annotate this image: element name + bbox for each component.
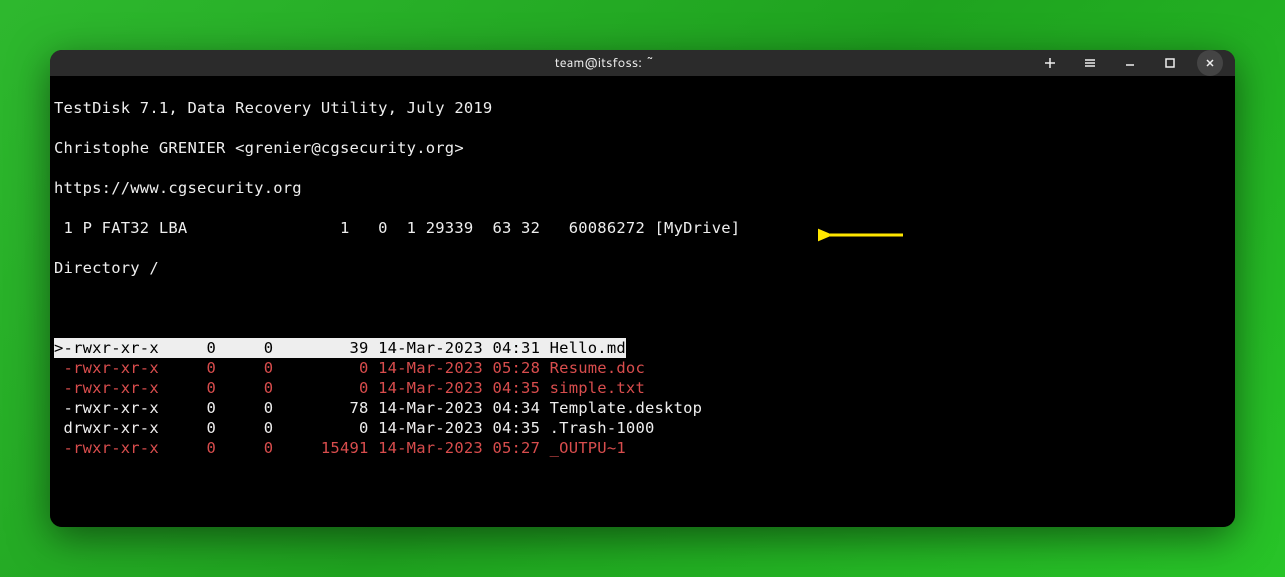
window-controls [1037,50,1223,76]
file-row[interactable]: >-rwxr-xr-x 0 0 39 14-Mar-2023 04:31 Hel… [54,338,1231,358]
file-row-text: >-rwxr-xr-x 0 0 39 14-Mar-2023 04:31 Hel… [54,338,626,358]
blank-line [54,518,1231,527]
file-row-text: -rwxr-xr-x 0 0 15491 14-Mar-2023 05:27 _… [54,438,626,458]
plus-icon [1043,56,1057,70]
maximize-button[interactable] [1157,50,1183,76]
minimize-icon [1123,56,1137,70]
terminal-content[interactable]: TestDisk 7.1, Data Recovery Utility, Jul… [50,76,1235,527]
file-row[interactable]: -rwxr-xr-x 0 0 78 14-Mar-2023 04:34 Temp… [54,398,1231,418]
close-button[interactable] [1197,50,1223,76]
directory-label: Directory / [54,258,1231,278]
file-row[interactable]: -rwxr-xr-x 0 0 0 14-Mar-2023 04:35 simpl… [54,378,1231,398]
header-line-3: https://www.cgsecurity.org [54,178,1231,198]
file-list: >-rwxr-xr-x 0 0 39 14-Mar-2023 04:31 Hel… [54,338,1231,458]
file-row[interactable]: -rwxr-xr-x 0 0 0 14-Mar-2023 05:28 Resum… [54,358,1231,378]
file-row-text: -rwxr-xr-x 0 0 78 14-Mar-2023 04:34 Temp… [54,398,702,418]
minimize-button[interactable] [1117,50,1143,76]
blank-line [54,298,1231,318]
maximize-icon [1163,56,1177,70]
close-icon [1203,56,1217,70]
header-line-2: Christophe GRENIER <grenier@cgsecurity.o… [54,138,1231,158]
file-row[interactable]: -rwxr-xr-x 0 0 15491 14-Mar-2023 05:27 _… [54,438,1231,458]
file-row[interactable]: drwxr-xr-x 0 0 0 14-Mar-2023 04:35 .Tras… [54,418,1231,438]
blank-line [54,478,1231,498]
file-row-text: -rwxr-xr-x 0 0 0 14-Mar-2023 04:35 simpl… [54,378,645,398]
new-tab-button[interactable] [1037,50,1063,76]
window-title: team@itsfoss: ~ [172,54,1037,72]
hamburger-menu-button[interactable] [1077,50,1103,76]
titlebar: team@itsfoss: ~ [50,50,1235,76]
hamburger-icon [1083,56,1097,70]
file-row-text: drwxr-xr-x 0 0 0 14-Mar-2023 04:35 .Tras… [54,418,655,438]
header-line-1: TestDisk 7.1, Data Recovery Utility, Jul… [54,98,1231,118]
file-row-text: -rwxr-xr-x 0 0 0 14-Mar-2023 05:28 Resum… [54,358,645,378]
partition-line: 1 P FAT32 LBA 1 0 1 29339 63 32 60086272… [54,218,1231,238]
terminal-window: team@itsfoss: ~ TestDisk 7.1, Data Recov… [50,50,1235,527]
